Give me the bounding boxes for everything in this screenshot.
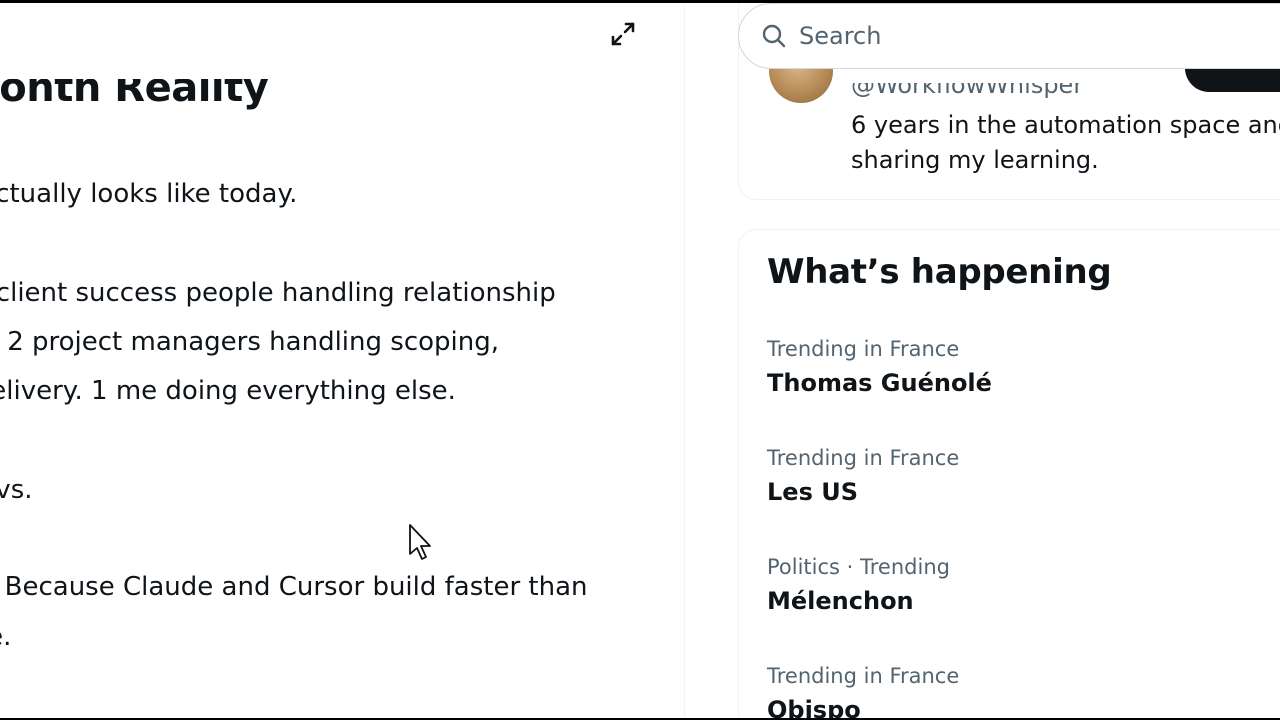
trends-card: What’s happening Trending in France Thom…: [738, 229, 1280, 718]
article-paragraph: 2 client success people handling relatio…: [0, 278, 556, 308]
trend-item[interactable]: Politics · Trending Mélenchon: [767, 553, 1280, 643]
article-panel: Month Reality What it actually looks lik…: [0, 3, 684, 718]
bio-line: 6 years in the automation space and: [851, 111, 1280, 139]
expand-arrows-icon: [611, 22, 635, 46]
mouse-cursor-icon: [409, 524, 431, 560]
trend-name: Obispo: [767, 696, 861, 718]
trend-context: Trending in France: [767, 664, 960, 688]
trend-context: Trending in France: [767, 446, 960, 470]
trend-item[interactable]: Trending in France Obispo: [767, 662, 1280, 718]
article-paragraph: Why? Because Claude and Cursor build fas…: [0, 572, 588, 602]
article-title: Month Reality: [0, 65, 269, 111]
article-paragraph: anyone.: [0, 622, 12, 652]
user-bio: 6 years in the automation space and shar…: [851, 108, 1280, 178]
screen-frame: Month Reality What it actually looks lik…: [0, 3, 1280, 718]
trend-context: Politics · Trending: [767, 555, 950, 579]
trend-name: Les US: [767, 478, 858, 506]
trends-heading: What’s happening: [767, 252, 1112, 292]
trend-name: Thomas Guénolé: [767, 369, 992, 397]
search-input[interactable]: [797, 21, 1201, 51]
search-icon: [762, 24, 786, 48]
expand-button[interactable]: [604, 15, 642, 53]
bio-line: sharing my learning.: [851, 146, 1099, 174]
trend-item[interactable]: Trending in France Thomas Guénolé: [767, 335, 1280, 425]
article-paragraph: onboarding. 2 project managers handling …: [0, 327, 499, 357]
trend-context: Trending in France: [767, 337, 960, 361]
trend-item[interactable]: Trending in France Les US: [767, 444, 1280, 534]
article-paragraph: What it actually looks like today.: [0, 179, 298, 209]
trend-name: Mélenchon: [767, 587, 914, 615]
search-bar[interactable]: [738, 3, 1280, 69]
article-paragraph: QA, delivery. 1 me doing everything else…: [0, 376, 456, 406]
user-handle[interactable]: @WorkflowWhisper: [851, 83, 1083, 99]
article-paragraph: 0 devs.: [0, 475, 33, 505]
right-sidebar: @WorkflowWhisper 6 years in the automati…: [685, 3, 1280, 718]
